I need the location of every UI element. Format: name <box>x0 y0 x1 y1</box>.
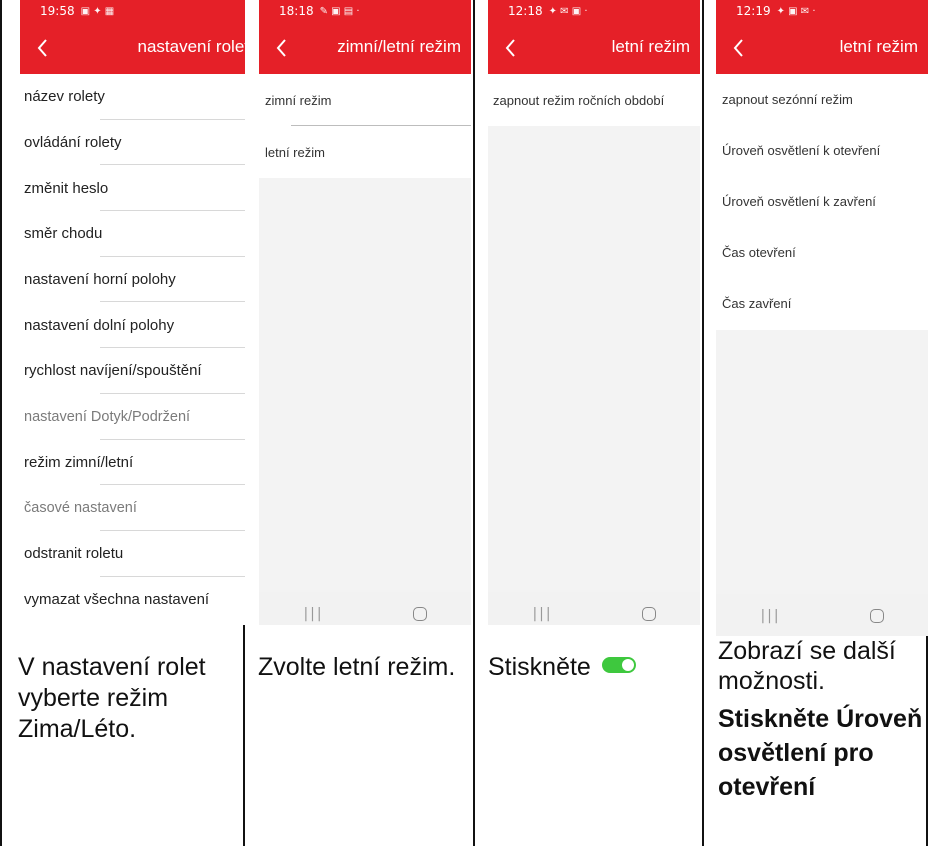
grid-line <box>473 0 475 846</box>
settings-menu-item[interactable]: změnit heslo <box>20 165 245 212</box>
screenshot-panel-settings: 19:58 ▣ ✦ ▦ nastavení rolet název rolety… <box>20 0 245 625</box>
instruction-caption: V nastavení rolet vyberte režim Zima/Lét… <box>18 652 243 745</box>
settings-menu-item[interactable]: nastavení Dotyk/Podržení <box>20 394 245 440</box>
app-bar: letní režim <box>488 22 700 74</box>
summer-option-item[interactable]: Úroveň osvětlení k otevření <box>716 125 928 176</box>
season-mode-label: zapnout režim ročních období <box>493 92 665 108</box>
app-bar: letní režim <box>716 22 928 74</box>
recent-apps-button[interactable]: ||| <box>303 606 323 622</box>
settings-menu-item[interactable]: odstranit roletu <box>20 531 245 577</box>
option-label: Čas otevření <box>722 245 796 260</box>
settings-menu-item[interactable]: nastavení horní polohy <box>20 257 245 303</box>
page-title: letní režim <box>839 37 918 56</box>
empty-area <box>488 126 700 625</box>
home-button[interactable] <box>869 609 884 623</box>
summer-option-item[interactable]: zapnout sezónní režim <box>716 74 928 125</box>
back-arrow-icon[interactable] <box>271 34 293 62</box>
empty-area <box>259 178 471 625</box>
option-label: Úroveň osvětlení k zavření <box>722 194 876 209</box>
caption-text-bold: Stiskněte Úroveň osvětlení pro otevření <box>718 705 923 801</box>
status-time: 12:19 <box>736 4 771 18</box>
notification-icons: ▣ ✦ ▦ <box>80 5 115 17</box>
screenshot-panel-summer: 12:18 ✦ ✉ ▣ · letní režim zapnout režim … <box>488 0 700 625</box>
page-title: nastavení rolet <box>137 37 245 56</box>
page-title: letní režim <box>611 37 690 56</box>
status-bar: 12:19 ✦ ▣ ✉ · <box>716 0 928 22</box>
back-arrow-icon[interactable] <box>32 34 54 62</box>
menu-item-label: vymazat všechna nastavení <box>24 590 210 608</box>
instruction-caption: Zvolte letní režim. <box>258 652 458 683</box>
summer-option-item[interactable]: Čas otevření <box>716 227 928 278</box>
back-arrow-icon[interactable] <box>500 34 522 62</box>
status-bar: 19:58 ▣ ✦ ▦ <box>20 0 245 22</box>
caption-text: Zvolte letní režim. <box>258 653 456 681</box>
menu-item-label: časové nastavení <box>24 500 137 517</box>
status-time: 19:58 <box>40 4 75 18</box>
settings-menu-item[interactable]: nastavení dolní polohy <box>20 302 245 349</box>
system-nav-bar: ||| <box>716 594 928 636</box>
caption-text: Stiskněte <box>488 653 591 681</box>
back-arrow-icon[interactable] <box>728 34 750 62</box>
summer-option-item[interactable]: Úroveň osvětlení k zavření <box>716 176 928 227</box>
mode-label: zimní režim <box>265 92 332 108</box>
system-nav-bar: ||| <box>488 592 700 625</box>
recent-apps-button[interactable]: ||| <box>760 608 780 624</box>
season-mode-row[interactable]: zapnout režim ročních období <box>488 74 700 126</box>
recent-apps-button[interactable]: ||| <box>532 606 552 622</box>
caption-text: Zobrazí se další možnosti. <box>718 637 896 695</box>
menu-item-label: nastavení dolní polohy <box>24 316 175 334</box>
status-bar: 18:18 ✎ ▣ ▤ · <box>259 0 471 22</box>
app-bar: nastavení rolet <box>20 22 245 74</box>
settings-menu-item[interactable]: režim zimní/letní <box>20 440 245 486</box>
home-button[interactable] <box>641 607 656 621</box>
mode-item-winter[interactable]: zimní režim <box>259 74 471 126</box>
app-bar: zimní/letní režim <box>259 22 471 74</box>
status-time: 18:18 <box>279 4 314 18</box>
settings-menu-item[interactable]: časové nastavení <box>20 485 245 531</box>
menu-item-label: nastavení horní polohy <box>24 271 176 289</box>
screenshot-panel-summer-options: 12:19 ✦ ▣ ✉ · letní režim zapnout sezónn… <box>716 0 928 636</box>
option-label: Úroveň osvětlení k otevření <box>722 143 881 158</box>
settings-menu-item[interactable]: směr chodu <box>20 211 245 257</box>
menu-item-label: odstranit roletu <box>24 545 124 563</box>
status-bar: 12:18 ✦ ✉ ▣ · <box>488 0 700 22</box>
settings-menu-item[interactable]: rychlost navíjení/spouštění <box>20 348 245 394</box>
instruction-caption: Zobrazí se další možnosti. Stiskněte Úro… <box>718 636 926 804</box>
menu-item-label: nastavení Dotyk/Podržení <box>24 408 191 425</box>
mode-label: letní režim <box>265 144 325 160</box>
grid-line <box>0 0 2 846</box>
option-label: Čas zavření <box>722 296 792 311</box>
menu-item-label: ovládání rolety <box>24 134 122 152</box>
home-button[interactable] <box>412 607 427 621</box>
notification-icons: ✦ ✉ ▣ · <box>548 5 588 17</box>
menu-item-label: změnit heslo <box>24 179 109 197</box>
settings-menu-item[interactable]: vymazat všechna nastavení <box>20 577 245 623</box>
notification-icons: ✎ ▣ ▤ · <box>319 5 360 17</box>
settings-list: název rolety ovládání rolety změnit heslo s… <box>20 74 245 622</box>
summer-options-list: zapnout sezónní režim Úroveň osvětlení k … <box>716 74 928 329</box>
menu-item-label: název rolety <box>24 88 105 106</box>
empty-area <box>716 330 928 636</box>
menu-item-label: směr chodu <box>24 225 103 243</box>
page-title: zimní/letní režim <box>337 37 461 56</box>
caption-text: V nastavení rolet vyberte režim Zima/Lét… <box>18 653 206 743</box>
grid-line <box>702 0 704 846</box>
settings-menu-item[interactable]: název rolety <box>20 74 245 120</box>
option-label: zapnout sezónní režim <box>722 92 853 107</box>
notification-icons: ✦ ▣ ✉ · <box>776 5 816 17</box>
instruction-caption: Stiskněte <box>488 652 698 683</box>
status-time: 12:18 <box>508 4 543 18</box>
system-nav-bar: ||| <box>259 592 471 625</box>
screenshot-panel-mode: 18:18 ✎ ▣ ▤ · zimní/letní režim zimní re… <box>259 0 471 625</box>
mode-item-summer[interactable]: letní režim <box>259 126 471 178</box>
summer-option-item[interactable]: Čas zavření <box>716 278 928 329</box>
menu-item-label: režim zimní/letní <box>24 453 134 471</box>
settings-menu-item[interactable]: ovládání rolety <box>20 120 245 166</box>
menu-item-label: rychlost navíjení/spouštění <box>24 362 202 380</box>
toggle-switch-icon <box>601 657 636 674</box>
